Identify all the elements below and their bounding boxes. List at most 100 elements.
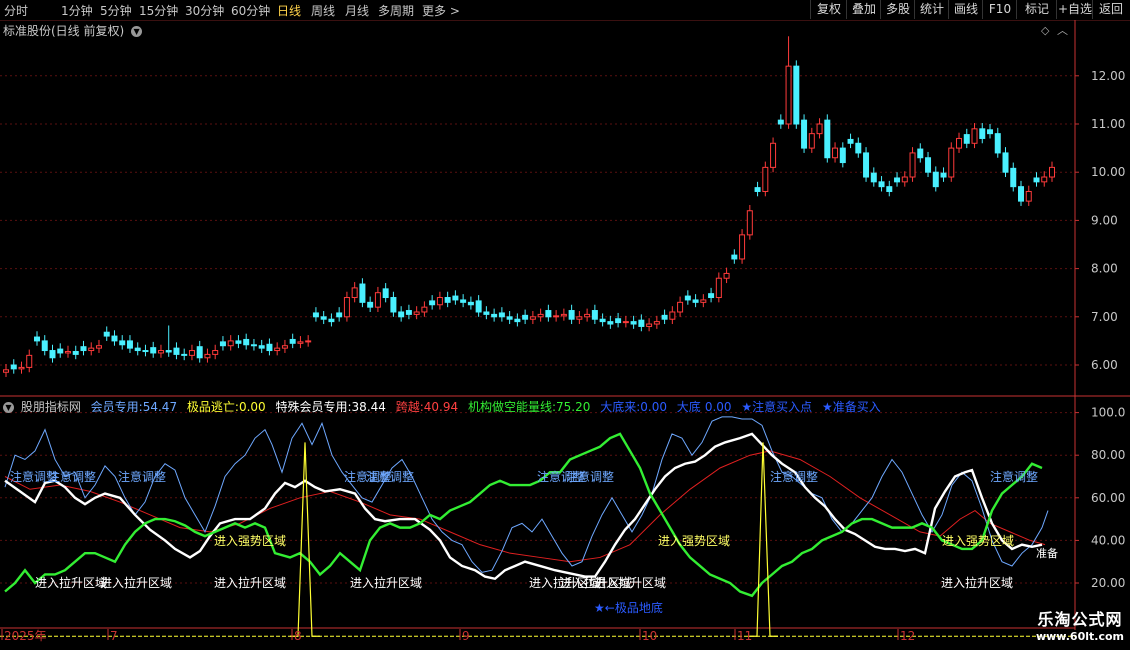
candle-body bbox=[10, 364, 17, 370]
candle-body bbox=[498, 312, 505, 318]
candle-body bbox=[157, 350, 164, 354]
candle-body bbox=[382, 288, 389, 299]
candle-body bbox=[979, 128, 986, 139]
candle-body bbox=[816, 123, 823, 135]
candle-body bbox=[243, 338, 250, 346]
candle-body bbox=[692, 299, 699, 303]
candle-body bbox=[312, 312, 319, 318]
indicator-header: ▼ 股朋指标网 会员专用:54.47 极品逃亡:0.00 特殊会员专用:38.4… bbox=[3, 398, 887, 415]
candle-body bbox=[219, 341, 226, 347]
candle-body bbox=[258, 345, 265, 349]
candle-body bbox=[227, 340, 234, 347]
candle-body bbox=[529, 316, 536, 320]
price-tick-label: 12.00 bbox=[1091, 69, 1125, 83]
label-lift: 进入拉升区域 bbox=[214, 575, 286, 590]
indicator-tick-label: 80.00 bbox=[1091, 448, 1125, 462]
candle-body bbox=[467, 301, 474, 306]
date-tick-label: 11 bbox=[737, 629, 752, 643]
candle-body bbox=[739, 234, 746, 260]
price-tick-label: 6.00 bbox=[1091, 358, 1118, 372]
candle-body bbox=[413, 311, 420, 315]
candle-body bbox=[599, 318, 606, 323]
candle-body bbox=[537, 313, 544, 318]
candle-body bbox=[963, 134, 970, 144]
candle-body bbox=[165, 350, 172, 353]
candle-body bbox=[235, 340, 242, 344]
val-bottom-coming: 大底来:0.00 bbox=[600, 400, 667, 414]
label-adjust: 注意调整 bbox=[366, 469, 414, 484]
candle-body bbox=[863, 152, 870, 178]
candle-body bbox=[1010, 167, 1017, 188]
candle-body bbox=[150, 347, 157, 354]
candle-body bbox=[901, 176, 908, 183]
price-tick-label: 11.00 bbox=[1091, 117, 1125, 131]
chevron-down-icon[interactable]: ▼ bbox=[131, 26, 143, 37]
candle-body bbox=[88, 347, 95, 352]
candle-body bbox=[553, 315, 560, 318]
chevron-down-icon[interactable]: ▼ bbox=[3, 402, 14, 413]
label-adjust: 注意调整 bbox=[48, 469, 96, 484]
candle-body bbox=[452, 295, 459, 301]
candle-body bbox=[630, 321, 637, 325]
diamond-icon: ◇ bbox=[1041, 24, 1050, 37]
candle-body bbox=[421, 306, 428, 313]
candle-body bbox=[436, 297, 443, 306]
price-tick-label: 8.00 bbox=[1091, 262, 1118, 276]
series-cross-line bbox=[4, 450, 1046, 563]
indicator-tick-label: 20.00 bbox=[1091, 576, 1125, 590]
candle-body bbox=[917, 148, 924, 159]
candle-body bbox=[181, 353, 188, 356]
candle-body bbox=[444, 297, 451, 303]
label-best-bottom: ★←极品地底 bbox=[594, 600, 663, 615]
candle-body bbox=[328, 318, 335, 323]
candle-body bbox=[343, 297, 350, 318]
candle-body bbox=[987, 129, 994, 135]
candle-body bbox=[475, 300, 482, 313]
candle-body bbox=[940, 172, 947, 178]
candle-body bbox=[576, 316, 583, 320]
candle-body bbox=[429, 300, 436, 306]
chart-canvas: 12.00 11.00 10.00 9.00 8.00 7.00 6.00 100.0 80.0… bbox=[0, 20, 1130, 643]
candle-body bbox=[95, 345, 102, 349]
candle-body bbox=[103, 331, 110, 337]
candle-body bbox=[878, 181, 885, 188]
candle-body bbox=[715, 277, 722, 299]
candle-body bbox=[367, 301, 374, 308]
candle-body bbox=[398, 311, 405, 318]
candle-body bbox=[72, 351, 79, 355]
label-lift: 进入拉升区域 bbox=[35, 575, 107, 590]
candle-body bbox=[568, 310, 575, 320]
date-tick-label: 7 bbox=[110, 629, 118, 643]
candle-body bbox=[746, 210, 753, 236]
candle-body bbox=[661, 314, 668, 320]
candle-body bbox=[948, 147, 955, 178]
label-lift: 进入拉升区域 bbox=[100, 575, 172, 590]
main-chart-title: 标准股份(日线 前复权) ▼ bbox=[3, 22, 143, 39]
candle-body bbox=[351, 287, 358, 299]
candle-body bbox=[250, 344, 257, 347]
price-tick-label: 10.00 bbox=[1091, 165, 1125, 179]
candle-body bbox=[677, 301, 684, 313]
candle-body bbox=[591, 310, 598, 320]
candle-body bbox=[832, 147, 839, 159]
candle-body bbox=[289, 338, 296, 344]
candle-body bbox=[1002, 152, 1009, 173]
candle-body bbox=[336, 312, 343, 318]
val-bottom: 大底 0.00 bbox=[676, 400, 732, 414]
price-tick-label: 9.00 bbox=[1091, 213, 1118, 227]
candle-body bbox=[894, 177, 901, 183]
chevron-up-icon: ︿ bbox=[1057, 24, 1068, 37]
candle-body bbox=[173, 347, 180, 355]
label-adjust: 注意调整 bbox=[990, 469, 1038, 484]
candle-body bbox=[700, 299, 707, 303]
candle-body bbox=[723, 272, 730, 279]
candle-body bbox=[731, 254, 738, 260]
date-tick-label: 2025年 bbox=[4, 629, 47, 643]
candle-body bbox=[297, 341, 304, 344]
candle-body bbox=[3, 369, 9, 373]
candle-body bbox=[708, 293, 715, 299]
date-tick-label: 10 bbox=[642, 629, 657, 643]
candle-body bbox=[212, 350, 219, 355]
candle-body bbox=[770, 142, 777, 168]
val-buy-point: ★注意买入点 bbox=[741, 400, 813, 414]
